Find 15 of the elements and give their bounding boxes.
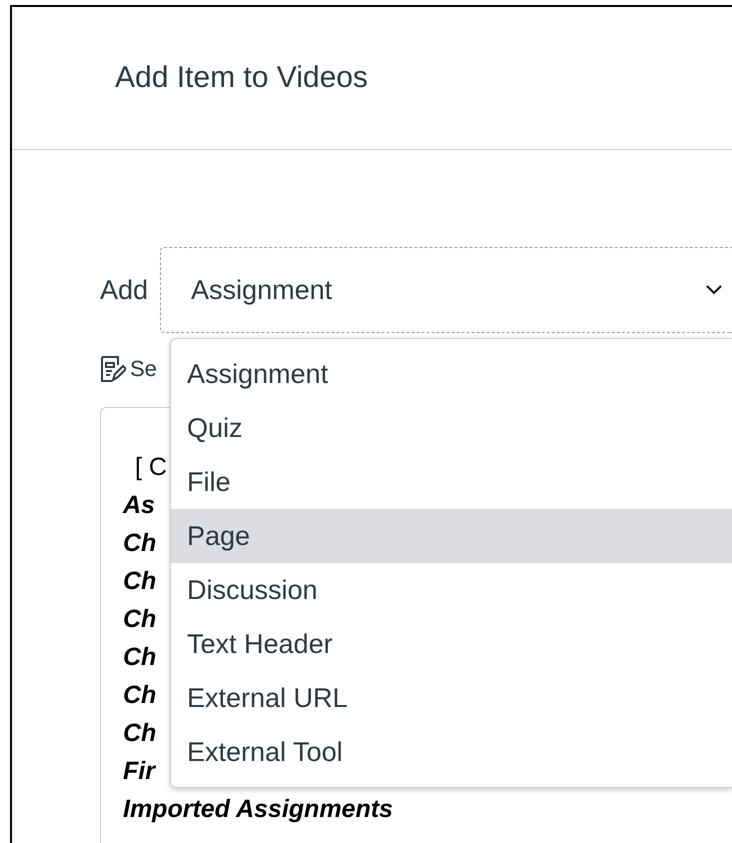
select-link[interactable]: Se xyxy=(130,356,157,382)
chevron-down-icon xyxy=(706,285,722,295)
edit-document-icon xyxy=(100,355,126,383)
dropdown-option[interactable]: Discussion xyxy=(171,563,732,617)
dropdown-option[interactable]: File xyxy=(171,455,732,509)
dropdown-option[interactable]: Quiz xyxy=(171,401,732,455)
add-label: Add xyxy=(100,274,148,306)
item-type-select[interactable]: Assignment xyxy=(160,247,732,333)
dialog-title: Add Item to Videos xyxy=(115,61,368,95)
dropdown-option[interactable]: External URL xyxy=(171,671,732,725)
dropdown-option[interactable]: External Tool xyxy=(171,725,732,779)
dropdown-option[interactable]: Assignment xyxy=(171,347,732,401)
dropdown-option[interactable]: Page xyxy=(171,509,732,563)
list-item[interactable]: Imported Assignments xyxy=(123,790,732,828)
dropdown-option[interactable]: Text Header xyxy=(171,617,732,671)
